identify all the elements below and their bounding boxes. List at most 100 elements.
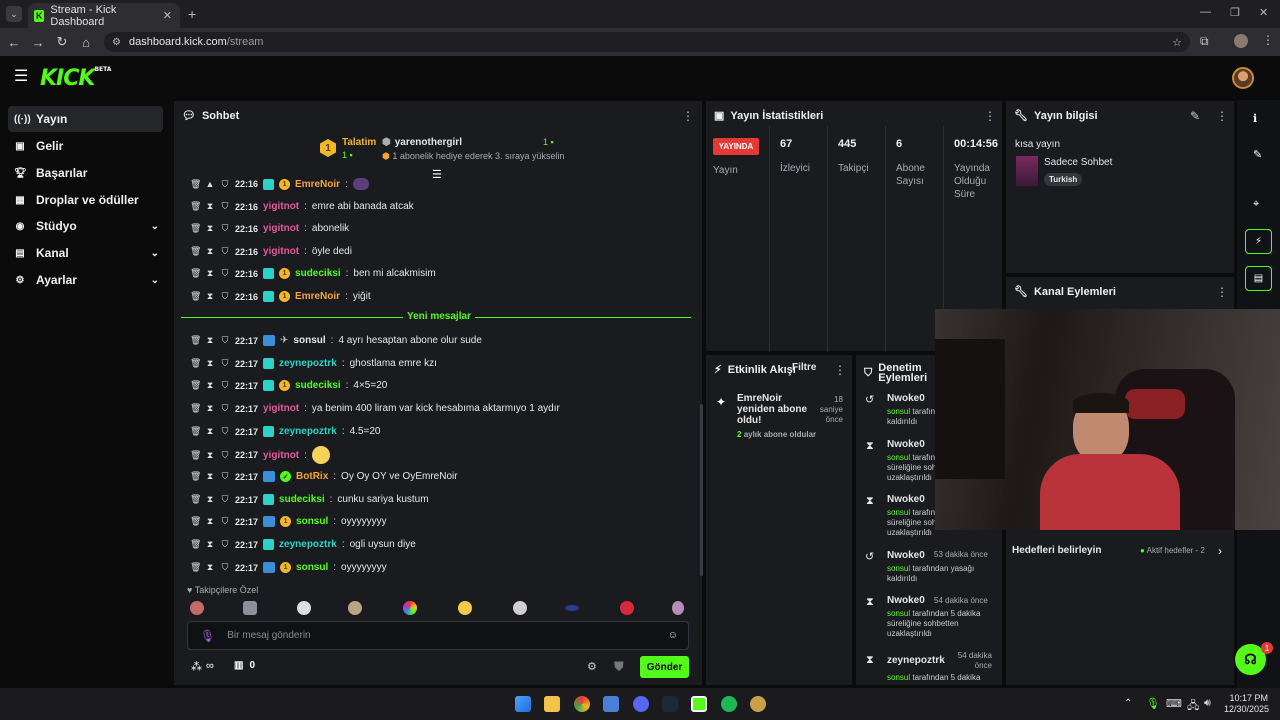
activity-filter-button[interactable]: Filtre [792,362,816,373]
info-title: Yayın bilgisi [1033,109,1098,122]
sidebar-item-basarilar[interactable]: 🏆︎ Başarılar [8,160,163,186]
chat-message[interactable]: 🗑︎ ⧗ ⛉ 22:17 1 sonsul: oyyyyyyyy [190,562,387,573]
kick-app-icon[interactable] [691,696,707,712]
maximize-button[interactable]: ❐ [1230,6,1240,19]
stats-menu-icon[interactable]: ⋮ [984,109,996,123]
clock[interactable]: 10:17 PM 12/30/2025 [1224,693,1269,715]
steam-icon[interactable] [662,696,678,712]
chat-message[interactable]: 🗑︎ ⧗ ⛉ 22:16 yigitnot: abonelik [190,223,349,234]
shield-settings-icon[interactable]: ⛊ [614,659,624,675]
keyboard-icon[interactable]: ⌨ [1166,697,1182,710]
windows-start-icon[interactable] [515,696,531,712]
chrome-icon[interactable] [574,696,590,712]
browser-menu-icon[interactable]: ⋮ [1262,33,1274,47]
emote-icon[interactable] [348,601,362,615]
notes-button[interactable]: ▤ [1245,266,1272,291]
extensions-icon[interactable]: ⧉ [1200,34,1209,49]
spotify-icon[interactable] [721,696,737,712]
emote-icon[interactable] [672,601,684,615]
emote-icon[interactable] [190,601,204,615]
info-menu-icon[interactable]: ⋮ [1216,109,1228,123]
app-icon[interactable] [603,696,619,712]
chat-input-field[interactable]: 🎙︎ Bir mesaj gönderin ☺ [187,621,689,650]
sparkle-icon: ✦ [716,395,727,409]
sidebar-item-gelir[interactable]: ▣ Gelir [8,133,163,159]
chevron-right-icon[interactable]: › [1218,544,1222,558]
kick-logo[interactable]: KICKBETA [40,66,111,91]
chat-message[interactable]: 🗑︎ ⧗ ⛉ 22:17 ✈︎ sonsul:4 ayrı hesaptan abone … [190,335,482,346]
network-icon[interactable]: 🖧 [1187,697,1199,716]
chat-message[interactable]: 🗑︎ ⧗ ⛉ 22:17 yigitnot: [190,446,330,464]
chat-message[interactable]: 🗑︎ ⧗ ⛉ 22:16 yigitnot: emre abi banada atcak [190,201,414,212]
close-icon[interactable]: ✕ [163,9,172,22]
leaderboard-user[interactable]: ⬢ yarenothergirl [382,137,462,148]
user-avatar[interactable] [1232,67,1254,89]
browser-tab[interactable]: K Stream - Kick Dashboard ✕ [28,3,180,28]
activity-menu-icon[interactable]: ⋮ [834,363,846,377]
sidebar-item-droplar[interactable]: ▦ Droplar ve ödüller [8,187,163,213]
reload-icon[interactable]: ↻ [50,34,74,50]
emote-icon[interactable] [620,601,634,615]
back-icon[interactable]: ← [2,35,26,50]
channel-actions-menu-icon[interactable]: ⋮ [1216,285,1228,299]
chat-message[interactable]: 🗑︎ ⧗ ⛉ 22:16 yigitnot: öyle dedi [190,246,352,257]
home-icon[interactable]: ⌂ [74,35,98,50]
profile-avatar[interactable] [1234,34,1248,48]
chat-settings-icon[interactable]: ⚙ [587,660,597,673]
shield-icon: ⛉ [221,201,229,211]
forward-icon[interactable]: → [26,35,50,50]
webcam-overlay [935,309,1280,530]
game-icon[interactable] [750,696,766,712]
chat-message[interactable]: 🗑︎ ⧗ ⛉ 22:17 1 sonsul: oyyyyyyyy [190,516,387,527]
chat-message[interactable]: 🗑︎ ▲ ⛉ 22:16 1 EmreNoir: [190,178,369,190]
mic-icon[interactable]: 🎙︎ [200,629,215,643]
file-explorer-icon[interactable] [544,696,560,712]
sidebar-item-studyo[interactable]: ◉ Stüdyo ⌄ [8,213,163,239]
chat-message[interactable]: 🗑︎ ⧗ ⛉ 22:16 1 EmreNoir: yiğit [190,291,371,302]
window-close-button[interactable]: ✕ [1259,6,1268,19]
emote-icon[interactable] [458,601,472,615]
chat-message[interactable]: 🗑︎ ⧗ ⛉ 22:17 ✓ BotRix: Oy Oy OY ve OyEmreNoir [190,471,458,482]
emote-icon[interactable] [565,605,579,611]
chat-message[interactable]: 🗑︎ ⧗ ⛉ 22:17 1 sudeciksi:4×5=20 [190,380,387,391]
discord-icon[interactable] [633,696,649,712]
sidebar-item-ayarlar[interactable]: ⚙ Ayarlar ⌄ [8,267,163,293]
filter-icon[interactable]: ☰ [432,168,442,181]
active-goals[interactable]: ● Aktif hedefler - 2 [1140,546,1205,555]
sidebar-item-kanal[interactable]: ▤ Kanal ⌄ [8,240,163,266]
emote-icon[interactable] [513,601,527,615]
info-icon[interactable]: ℹ [1253,112,1257,125]
url-field[interactable]: ⚙ dashboard.kick.com/stream ☆ [104,32,1190,52]
emoji-icon[interactable]: ☺ [668,630,678,641]
send-button[interactable]: Gönder [640,656,689,678]
focus-icon[interactable]: ⌖ [1253,198,1259,211]
minimize-button[interactable]: — [1200,6,1211,18]
emote-icon[interactable] [403,601,417,615]
site-info-icon[interactable]: ⚙ [112,37,121,48]
chat-message[interactable]: 🗑︎ ⧗ ⛉ 22:17 sudeciksi: cunku sariya kustum [190,494,429,505]
timeout-icon: ⧗ [206,403,214,413]
emote-icon[interactable] [297,601,311,615]
chat-scrollbar[interactable] [700,404,703,576]
chat-message[interactable]: 🗑︎ ⧗ ⛉ 22:17 zeynepoztrk: ogli uysun diye [190,539,416,550]
tab-search-button[interactable]: ⌄ [6,6,22,22]
pencil-icon[interactable]: ✎ [1253,148,1262,161]
chat-message[interactable]: 🗑︎ ⧗ ⛉ 22:17 zeynepoztrk:4.5=20 [190,426,380,437]
sidebar-item-yayin[interactable]: ((·)) Yayın [8,106,163,132]
hamburger-menu-icon[interactable]: ☰ [14,69,28,85]
edit-icon[interactable]: ✎ [1190,109,1200,123]
channel-points[interactable]: ⁂ ∞ [191,660,214,673]
tray-chevron-icon[interactable]: ⌃ [1124,698,1132,709]
chat-message[interactable]: 🗑︎ ⧗ ⛉ 22:17 yigitnot: ya benim 400 liram var… [190,403,560,414]
bolt-button[interactable]: ⚡︎ [1245,229,1272,254]
chat-message[interactable]: 🗑︎ ⧗ ⛉ 22:17 zeynepoztrk: ghostlama emre kzı [190,358,437,369]
category-name[interactable]: Sadece Sohbet [1044,157,1112,168]
emote-icon[interactable] [243,601,257,615]
chat-menu-icon[interactable]: ⋮ [682,109,694,123]
volume-icon[interactable]: 🔊︎ [1204,697,1211,710]
bookmark-star-icon[interactable]: ☆ [1172,36,1182,49]
mic-tray-icon[interactable]: 🎙︎ [1146,697,1160,710]
new-tab-button[interactable]: + [188,6,196,22]
chat-message[interactable]: 🗑︎ ⧗ ⛉ 22:16 1 sudeciksi: ben mi alcakmisim [190,268,436,279]
store-button[interactable]: ▥ 0 [234,660,255,671]
